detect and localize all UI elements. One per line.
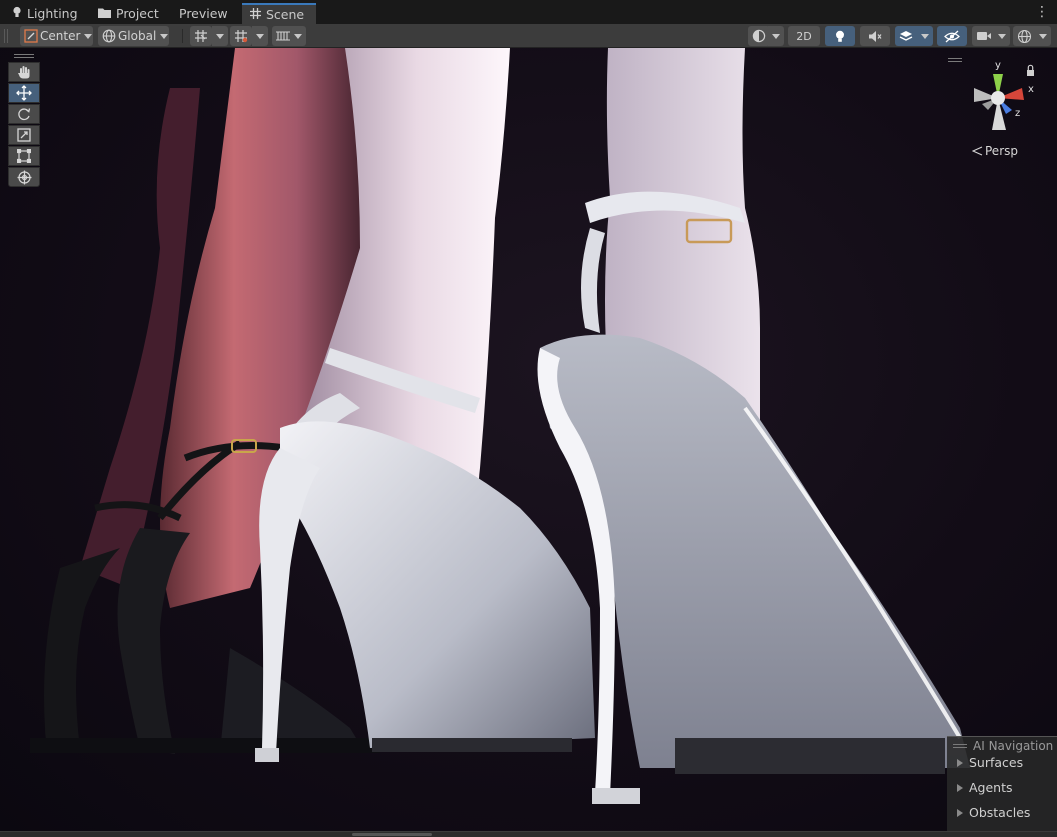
grid-visibility-dropdown[interactable] [290, 26, 306, 46]
resize-handle[interactable] [352, 833, 432, 836]
hidden-objects-toggle[interactable] [937, 26, 967, 46]
pivot-label: Center [40, 29, 81, 43]
increment-snap-button[interactable] [230, 26, 252, 46]
axis-y-label: y [995, 60, 1001, 71]
toolbar-grip[interactable] [4, 29, 8, 43]
ai-nav-item-surfaces[interactable]: Surfaces [957, 755, 1023, 770]
projection-label: Persp [985, 144, 1018, 158]
scene-effects-dropdown[interactable] [917, 26, 933, 46]
folder-icon [98, 6, 111, 21]
move-arrows-icon [16, 85, 32, 101]
foldout-arrow-icon [957, 758, 963, 767]
ai-navigation-header[interactable]: AI Navigation [953, 739, 1053, 753]
ai-nav-item-agents[interactable]: Agents [957, 780, 1013, 795]
rotate-icon [17, 107, 31, 121]
transform-tool-button[interactable] [8, 167, 40, 187]
perspective-icon [972, 146, 983, 156]
scene-toolbar: Center Global 2D [0, 24, 1057, 48]
orientation-gizmo[interactable]: y x z Persp [948, 52, 1048, 162]
draw-mode-dropdown[interactable] [768, 26, 784, 46]
eye-slash-icon [944, 30, 960, 43]
lightbulb-icon [12, 6, 22, 21]
overlay-grip[interactable] [953, 744, 967, 748]
gizmos-button[interactable] [1013, 26, 1035, 46]
transform-icon [17, 170, 32, 185]
camera-icon [976, 30, 992, 42]
tools-overlay-grip[interactable] [14, 54, 34, 58]
effects-layers-icon [899, 30, 913, 43]
pivot-icon [24, 29, 38, 43]
scene-lighting-toggle[interactable] [825, 26, 855, 46]
scene-effects-toggle[interactable] [895, 26, 917, 46]
tools-overlay [8, 52, 40, 188]
projection-toggle[interactable]: Persp [972, 144, 1018, 158]
shaded-sphere-icon [752, 29, 766, 43]
tab-scene[interactable]: Scene [242, 3, 316, 24]
rect-tool-button[interactable] [8, 146, 40, 166]
foldout-arrow-icon [957, 783, 963, 792]
hand-tool-button[interactable] [8, 62, 40, 82]
pivot-mode-dropdown[interactable]: Center [20, 26, 93, 46]
space-mode-dropdown[interactable]: Global [98, 26, 169, 46]
tab-label: Preview [179, 6, 228, 21]
tab-lighting[interactable]: Lighting [4, 3, 86, 24]
increment-snap-dropdown[interactable] [252, 26, 268, 46]
globe-icon [102, 29, 116, 43]
toggle-2d-button[interactable]: 2D [788, 26, 820, 46]
ai-navigation-title: AI Navigation [973, 739, 1054, 753]
axis-gizmo-icon: y x z [974, 60, 1034, 130]
audio-muted-icon [868, 30, 882, 43]
scale-tool-button[interactable] [8, 125, 40, 145]
editor-tab-bar: Lighting Project Preview Scene ⋮ [0, 0, 1057, 24]
tab-label: Scene [266, 7, 305, 22]
more-options-icon[interactable]: ⋮ [1035, 4, 1049, 20]
camera-settings-dropdown[interactable] [994, 26, 1010, 46]
foldout-arrow-icon [957, 808, 963, 817]
gizmo-overlay-grip[interactable] [948, 58, 962, 62]
viewport-bottom-edge [0, 831, 1057, 837]
ai-nav-item-label: Agents [969, 780, 1013, 795]
lock-icon [1027, 64, 1034, 76]
grid-snap-button[interactable] [190, 26, 212, 46]
hand-icon [17, 65, 31, 79]
increment-snap-icon [234, 29, 248, 43]
move-tool-button[interactable] [8, 83, 40, 103]
draw-mode-button[interactable] [748, 26, 770, 46]
gizmo-globe-icon [1017, 29, 1032, 44]
tab-project[interactable]: Project [90, 3, 167, 24]
scale-icon [17, 128, 31, 142]
tab-label: Project [116, 6, 159, 21]
tab-preview[interactable]: Preview [171, 3, 236, 24]
axis-z-label: z [1015, 108, 1020, 119]
ai-nav-item-label: Surfaces [969, 755, 1024, 770]
ai-navigation-overlay: AI Navigation Surfaces Agents Obstacles [947, 736, 1057, 831]
scene-audio-toggle[interactable] [860, 26, 890, 46]
ai-nav-item-label: Obstacles [969, 805, 1031, 820]
lightbulb-icon [835, 30, 845, 43]
ai-nav-item-obstacles[interactable]: Obstacles [957, 805, 1030, 820]
tab-label: Lighting [27, 6, 78, 21]
scene-render [30, 48, 970, 804]
grid-ruler-icon [275, 29, 291, 43]
axis-x-label: x [1028, 84, 1034, 95]
grid-hash-icon [250, 7, 261, 22]
grid-snap-icon [194, 29, 208, 43]
camera-settings-button[interactable] [972, 26, 996, 46]
scene-viewport[interactable] [0, 48, 1057, 831]
rect-transform-icon [17, 149, 31, 163]
space-label: Global [118, 29, 157, 43]
grid-snap-dropdown[interactable] [212, 26, 228, 46]
rotate-tool-button[interactable] [8, 104, 40, 124]
gizmos-dropdown[interactable] [1035, 26, 1051, 46]
